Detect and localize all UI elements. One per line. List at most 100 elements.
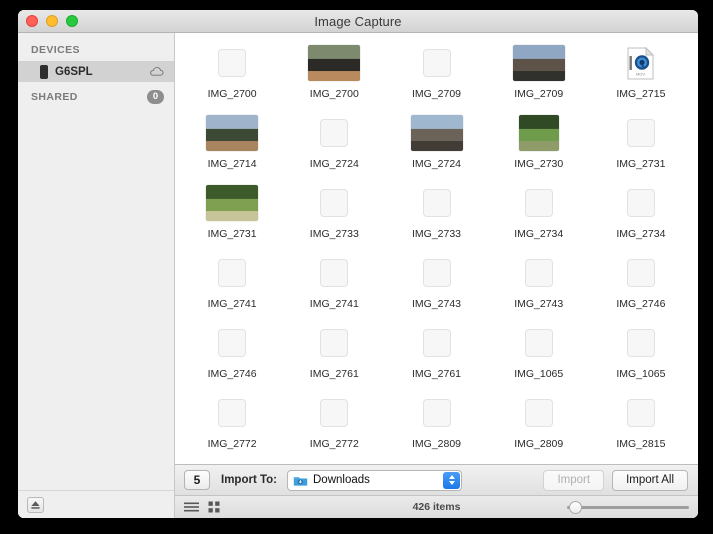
thumbnail-cell[interactable]: IMG_2731: [590, 115, 692, 185]
thumbnail-box: [206, 185, 259, 221]
thumbnail-label: IMG_2741: [207, 298, 257, 310]
thumbnail-box: [320, 325, 349, 361]
thumbnail-cell[interactable]: IMG_2743: [385, 255, 487, 325]
thumbnail-label: IMG_2741: [309, 298, 359, 310]
thumbnail-box: [218, 45, 247, 81]
rotate-button[interactable]: 5: [184, 470, 210, 490]
thumbnail-size-slider[interactable]: [567, 500, 689, 514]
placeholder-thumbnail-icon: [626, 399, 655, 427]
thumbnail-cell[interactable]: IMG_2809: [385, 395, 487, 464]
thumbnail-cell[interactable]: IMG_2709: [385, 45, 487, 115]
thumbnail-cell[interactable]: IMG_2761: [385, 325, 487, 395]
shared-count-badge: 0: [147, 90, 164, 104]
thumbnail-cell[interactable]: IMG_2700: [283, 45, 385, 115]
destination-select[interactable]: Downloads: [287, 469, 462, 491]
svg-text:MOV: MOV: [636, 71, 645, 76]
placeholder-thumbnail-icon: [422, 329, 451, 357]
thumbnail-cell[interactable]: IMG_2724: [283, 115, 385, 185]
placeholder-thumbnail-icon: [320, 189, 349, 217]
placeholder-thumbnail-icon: [320, 329, 349, 357]
placeholder-thumbnail-icon: [422, 49, 451, 77]
sidebar: DEVICES G6SPL SHARED 0: [18, 33, 175, 518]
thumbnail-label: IMG_2734: [616, 228, 666, 240]
thumbnail-cell[interactable]: IMG_2741: [181, 255, 283, 325]
thumbnail-box: [524, 255, 553, 291]
thumbnail-label: IMG_2809: [514, 438, 564, 450]
thumbnail-cell[interactable]: IMG_2772: [181, 395, 283, 464]
thumbnail-cell[interactable]: IMG_2724: [385, 115, 487, 185]
status-bar: 426 items: [175, 495, 698, 518]
window-title: Image Capture: [314, 13, 402, 29]
thumbnail-label: IMG_2730: [514, 158, 564, 170]
thumbnail-box: [422, 325, 451, 361]
slider-thumb[interactable]: [569, 500, 582, 514]
thumbnail-cell[interactable]: IMG_2733: [283, 185, 385, 255]
thumbnail-cell[interactable]: IMG_2746: [590, 255, 692, 325]
thumbnail-label: IMG_2700: [207, 88, 257, 100]
import-all-button[interactable]: Import All: [612, 469, 688, 491]
sidebar-shared-label: SHARED: [31, 91, 78, 103]
icon-view-icon[interactable]: [208, 501, 220, 513]
sidebar-shared-header[interactable]: SHARED 0: [18, 86, 174, 108]
eject-button[interactable]: [27, 496, 44, 513]
maximize-button[interactable]: [66, 15, 78, 27]
thumbnail-cell[interactable]: IMG_2761: [283, 325, 385, 395]
thumbnail-cell[interactable]: IMG_2734: [488, 185, 590, 255]
thumbnail-cell[interactable]: IMG_2714: [181, 115, 283, 185]
thumbnail-box: [206, 115, 259, 151]
placeholder-thumbnail-icon: [524, 259, 553, 287]
eject-icon: [31, 500, 40, 509]
import-bar: 5 Import To: Downloads Import Import All: [175, 464, 698, 495]
thumbnail-label: IMG_2731: [616, 158, 666, 170]
thumbnail-box: [518, 115, 559, 151]
destination-stepper[interactable]: [443, 471, 460, 489]
thumbnail-cell[interactable]: IMG_2743: [488, 255, 590, 325]
thumbnail-cell[interactable]: IMG_2741: [283, 255, 385, 325]
list-view-icon[interactable]: [184, 502, 199, 513]
minimize-button[interactable]: [46, 15, 58, 27]
thumbnail-grid[interactable]: IMG_2700 IMG_2700 IMG_2709 IMG_2709 MOV IMG_2…: [175, 33, 698, 464]
thumbnail-cell[interactable]: IMG_1065: [590, 325, 692, 395]
thumbnail-label: IMG_2746: [616, 298, 666, 310]
photo-thumbnail: [206, 115, 259, 151]
thumbnail-cell[interactable]: IMG_2772: [283, 395, 385, 464]
view-toggle-group: [184, 501, 220, 513]
title-bar: Image Capture: [18, 10, 698, 33]
thumbnail-box: [422, 185, 451, 221]
sidebar-devices-header: DEVICES: [31, 44, 80, 56]
thumbnail-label: IMG_2734: [514, 228, 564, 240]
thumbnail-cell[interactable]: IMG_2731: [181, 185, 283, 255]
thumbnail-cell[interactable]: IMG_2730: [488, 115, 590, 185]
thumbnail-cell[interactable]: IMG_2734: [590, 185, 692, 255]
placeholder-thumbnail-icon: [626, 329, 655, 357]
traffic-light-group: [26, 15, 78, 27]
placeholder-thumbnail-icon: [422, 189, 451, 217]
thumbnail-cell[interactable]: IMG_2733: [385, 185, 487, 255]
chevron-down-icon: [448, 481, 455, 485]
thumbnail-label: IMG_2724: [309, 158, 359, 170]
close-button[interactable]: [26, 15, 38, 27]
thumbnail-cell[interactable]: IMG_1065: [488, 325, 590, 395]
photo-thumbnail: [206, 185, 259, 221]
placeholder-thumbnail-icon: [626, 259, 655, 287]
cloud-icon: [150, 67, 164, 76]
thumbnail-cell[interactable]: IMG_2700: [181, 45, 283, 115]
thumbnail-cell[interactable]: IMG_2709: [488, 45, 590, 115]
placeholder-thumbnail-icon: [320, 119, 349, 147]
thumbnail-row: IMG_2741 IMG_2741 IMG_2743 IMG_2743 IMG_2746: [181, 255, 692, 325]
placeholder-thumbnail-icon: [218, 329, 247, 357]
thumbnail-box: [422, 395, 451, 431]
thumbnail-cell[interactable]: IMG_2809: [488, 395, 590, 464]
thumbnail-label: IMG_2731: [207, 228, 257, 240]
photo-thumbnail: [518, 115, 559, 151]
placeholder-thumbnail-icon: [218, 259, 247, 287]
thumbnail-box: [626, 395, 655, 431]
thumbnail-cell[interactable]: MOV IMG_2715: [590, 45, 692, 115]
thumbnail-cell[interactable]: IMG_2746: [181, 325, 283, 395]
sidebar-footer: [18, 490, 174, 518]
downloads-folder-icon: [293, 476, 308, 486]
thumbnail-cell[interactable]: IMG_2815: [590, 395, 692, 464]
import-button[interactable]: Import: [543, 469, 605, 491]
sidebar-item-g6spl[interactable]: G6SPL: [18, 61, 174, 82]
thumbnail-label: IMG_2746: [207, 368, 257, 380]
